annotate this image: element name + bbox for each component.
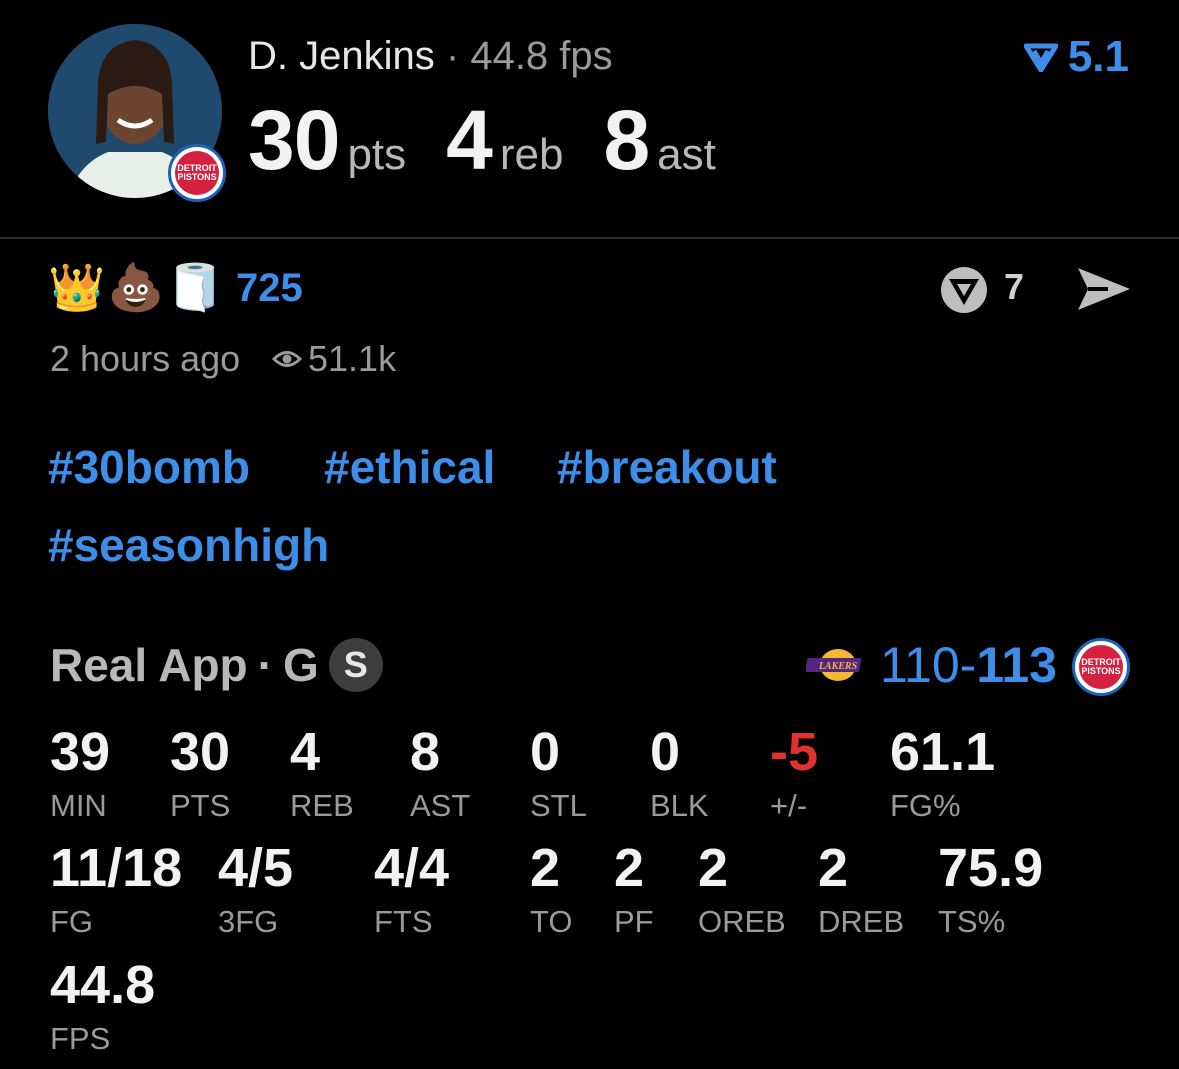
- stat-dreb: 2 DREB: [818, 838, 904, 940]
- game-source: Real App · G S: [50, 638, 383, 692]
- stat-label: FPS: [50, 1021, 111, 1056]
- eye-icon: [272, 351, 302, 367]
- rating[interactable]: 5.1: [1023, 32, 1129, 82]
- headline-ast-value: 8: [603, 93, 650, 187]
- player-name[interactable]: D. Jenkins: [248, 34, 435, 78]
- stat-value: 4/5: [218, 838, 294, 898]
- stat-stl: 0 STL: [530, 722, 587, 824]
- headline-pts-label: pts: [347, 130, 407, 179]
- stat-value: 2: [530, 838, 561, 898]
- stat-fg: 11/18 FG: [50, 838, 182, 940]
- lakers-logo-icon: LAKERS: [806, 649, 862, 681]
- stat-value: 2: [614, 838, 645, 898]
- poop-emoji-icon[interactable]: 💩: [107, 260, 164, 315]
- view-count: 51.1k: [272, 338, 396, 380]
- position-label: G: [282, 639, 319, 691]
- stat-value: 0: [530, 722, 561, 782]
- view-count-value: 51.1k: [308, 338, 397, 379]
- rating-value: 5.1: [1067, 32, 1129, 81]
- stat-value: 2: [698, 838, 729, 898]
- stat-label: REB: [290, 788, 354, 823]
- comment-icon[interactable]: [938, 264, 990, 316]
- svg-text:LAKERS: LAKERS: [818, 661, 858, 672]
- stat-pts: 30 PTS: [170, 722, 230, 824]
- stat-value: 11/18: [50, 838, 183, 898]
- stat-value: 0: [650, 722, 681, 782]
- stat-blk: 0 BLK: [650, 722, 709, 824]
- home-team-logo: DETROIT PISTONS: [1072, 638, 1130, 696]
- stat-pf: 2 PF: [614, 838, 654, 940]
- real-app-v-icon: [1023, 43, 1058, 72]
- stat-label: TO: [530, 904, 573, 939]
- stat-value: 4/4: [374, 838, 450, 898]
- hashtag[interactable]: #30bomb: [48, 440, 250, 494]
- stat-reb: 4 REB: [290, 722, 354, 824]
- stat-plus-minus: -5 +/-: [770, 722, 818, 824]
- stat-fts: 4/4 FTS: [374, 838, 449, 940]
- team-logo: DETROIT PISTONS: [168, 144, 226, 202]
- crown-emoji-icon[interactable]: 👑: [48, 260, 105, 315]
- stat-ast: 8 AST: [410, 722, 470, 824]
- stat-label: DREB: [818, 904, 905, 939]
- stat-ts-pct: 75.9 TS%: [938, 838, 1043, 940]
- away-score: 110: [879, 637, 960, 693]
- player-fps: 44.8 fps: [470, 34, 613, 78]
- stat-label: OREB: [698, 904, 786, 939]
- reaction-emojis[interactable]: 👑 💩 🧻: [48, 260, 224, 315]
- stat-label: FTS: [374, 904, 433, 939]
- stat-label: AST: [410, 788, 471, 823]
- post-timestamp: 2 hours ago: [50, 338, 241, 379]
- stat-value: 30: [170, 722, 231, 782]
- hashtag[interactable]: #ethical: [324, 440, 495, 494]
- source-label: Real App: [50, 639, 248, 691]
- hashtag[interactable]: #breakout: [557, 440, 777, 494]
- stat-fg-pct: 61.1 FG%: [890, 722, 995, 824]
- reaction-count[interactable]: 725: [236, 266, 303, 311]
- headline-reb-label: reb: [499, 130, 564, 179]
- home-score: 113: [976, 637, 1057, 693]
- stat-label: STL: [530, 788, 587, 823]
- stat-label: TS%: [938, 904, 1006, 939]
- headline-ast-label: ast: [657, 130, 716, 179]
- headline-pts-value: 30: [248, 93, 340, 187]
- score-dash: -: [959, 637, 977, 693]
- starter-badge: S: [328, 638, 383, 692]
- headline-reb-value: 4: [446, 93, 493, 187]
- pistons-logo-icon: DETROIT PISTONS: [1079, 645, 1123, 689]
- player-name-line[interactable]: D. Jenkins · 44.8 fps: [248, 34, 613, 79]
- toilet-paper-emoji-icon[interactable]: 🧻: [167, 260, 224, 315]
- stat-value: 8: [410, 722, 441, 782]
- stat-value: -5: [770, 722, 819, 782]
- hashtag[interactable]: #seasonhigh: [48, 518, 329, 572]
- stat-label: PF: [614, 904, 654, 939]
- game-score[interactable]: 110-113: [880, 636, 1057, 694]
- separator-dot: ·: [257, 639, 273, 691]
- stat-label: 3FG: [218, 904, 279, 939]
- send-icon[interactable]: [1074, 264, 1132, 314]
- stat-3fg: 4/5 3FG: [218, 838, 293, 940]
- separator-dot: ·: [445, 34, 460, 78]
- stat-min: 39 MIN: [50, 722, 110, 824]
- stat-label: FG: [50, 904, 94, 939]
- stat-label: BLK: [650, 788, 709, 823]
- stat-value: 75.9: [938, 838, 1044, 898]
- stat-value: 39: [50, 722, 111, 782]
- stat-value: 44.8: [50, 955, 156, 1015]
- stat-label: +/-: [770, 788, 808, 823]
- stat-label: FG%: [890, 788, 961, 823]
- stat-value: 61.1: [890, 722, 996, 782]
- stat-value: 2: [818, 838, 849, 898]
- stat-label: PTS: [170, 788, 231, 823]
- stat-fps: 44.8 FPS: [50, 955, 155, 1057]
- stat-oreb: 2 OREB: [698, 838, 786, 940]
- headline-statline: 30 pts 4 reb 8 ast: [248, 92, 756, 189]
- stat-value: 4: [290, 722, 321, 782]
- comment-count[interactable]: 7: [1004, 266, 1024, 308]
- pistons-logo-icon: DETROIT PISTONS: [175, 151, 219, 195]
- stat-to: 2 TO: [530, 838, 573, 940]
- stat-label: MIN: [50, 788, 107, 823]
- divider: [0, 237, 1179, 239]
